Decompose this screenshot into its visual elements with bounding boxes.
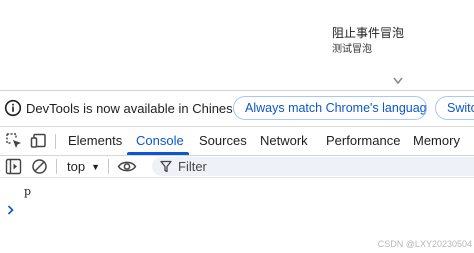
info-icon: [4, 99, 22, 117]
context-selector-label: top: [67, 159, 86, 174]
console-prompt-chevron-icon[interactable]: [6, 203, 16, 217]
eye-icon[interactable]: [117, 158, 137, 175]
language-infobar: DevTools is now available in Chinese! Al…: [0, 91, 474, 127]
caret-down-icon: ▼: [91, 162, 100, 172]
inspect-element-icon[interactable]: [5, 132, 23, 150]
clear-console-icon[interactable]: [31, 158, 48, 175]
show-sidebar-icon[interactable]: [5, 158, 22, 175]
filter-placeholder: Filter: [178, 159, 207, 174]
tabbar-separator: [55, 134, 56, 149]
drawer-resize-handle[interactable]: [390, 74, 406, 88]
filter-icon: [160, 160, 172, 173]
tab-memory[interactable]: Memory: [413, 127, 460, 155]
main-tabbar: Elements Console Sources Network Perform…: [0, 127, 474, 156]
device-toolbar-icon[interactable]: [30, 132, 48, 150]
console-toolbar: top ▼ Filter: [0, 156, 474, 178]
chevron-down-icon: [393, 77, 403, 85]
infobar-message: DevTools is now available in Chinese!: [26, 101, 244, 116]
inspected-page: 阻止事件冒泡 测试冒泡: [0, 0, 474, 90]
switch-language-button[interactable]: Switch: [435, 96, 474, 120]
toolbar-separator: [56, 159, 57, 174]
toolbar-separator: [108, 159, 109, 174]
watermark: CSDN @LXY20230504: [377, 239, 472, 249]
active-tab-indicator: [127, 152, 189, 155]
tab-network[interactable]: Network: [260, 127, 308, 155]
test-bubble-text[interactable]: 测试冒泡: [332, 43, 372, 56]
always-match-language-button[interactable]: Always match Chrome's language: [233, 96, 427, 120]
tab-performance[interactable]: Performance: [326, 127, 400, 155]
tab-sources[interactable]: Sources: [199, 127, 247, 155]
tab-console[interactable]: Console: [136, 127, 184, 155]
console-filter-input[interactable]: Filter: [152, 157, 474, 176]
tab-elements[interactable]: Elements: [68, 127, 122, 155]
console-log-entry: p: [24, 185, 32, 198]
stop-propagation-button[interactable]: 阻止事件冒泡: [332, 26, 404, 41]
context-selector[interactable]: top ▼: [67, 157, 100, 176]
